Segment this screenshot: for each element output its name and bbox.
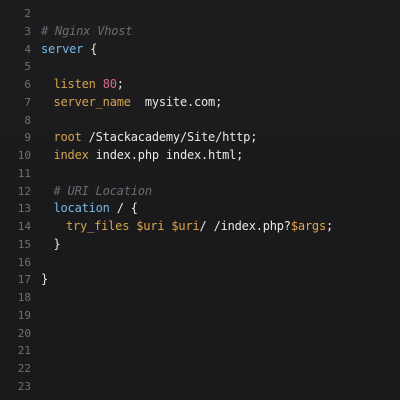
code-token-directive: server_name: [53, 94, 131, 109]
line-number: 16: [17, 255, 31, 269]
code-line[interactable]: 21: [0, 342, 400, 360]
line-number: 19: [17, 308, 31, 322]
code-token-plain: / /index.php?: [199, 219, 292, 233]
code-token-var: $uri: [136, 219, 165, 233]
code-content: # URI Location: [53, 183, 153, 201]
code-content: }: [54, 236, 61, 254]
code-token-plain: mysite.com;: [130, 94, 223, 109]
line-number: 4: [24, 42, 31, 56]
code-token-plain: index.php index.html;: [88, 148, 244, 162]
code-line[interactable]: 20: [0, 325, 400, 343]
code-token-var: $args: [290, 219, 326, 233]
code-content: server_name mysite.com;: [54, 94, 223, 112]
code-content: index index.php index.html;: [54, 147, 244, 165]
code-token-directive: index: [53, 148, 89, 162]
line-number: 10: [17, 149, 31, 162]
line-number: 6: [24, 78, 31, 91]
code-token-directive: root: [53, 130, 82, 145]
code-line[interactable]: 14 try_files $uri $uri/ /index.php?$args;: [0, 218, 400, 236]
code-line[interactable]: 13 location / {: [0, 200, 400, 218]
code-token-plain: ;: [325, 219, 333, 233]
code-line[interactable]: 12 # URI Location: [0, 183, 400, 201]
code-line[interactable]: 3 # Nginx Vhost: [0, 23, 400, 41]
code-line[interactable]: 18: [0, 289, 400, 307]
code-line[interactable]: 2: [0, 5, 400, 23]
code-token-plain: / {: [109, 201, 138, 216]
code-line[interactable]: 9 root /Stackacademy/Site/http;: [0, 129, 400, 147]
line-number: 2: [24, 7, 31, 20]
code-token-number: 80: [102, 77, 117, 91]
code-token-plain: ;: [116, 77, 124, 91]
code-token-comment: # Nginx Vhost: [41, 23, 133, 38]
code-token-keyword: server: [41, 41, 84, 56]
code-token-plain: }: [53, 236, 61, 251]
line-number: 22: [17, 362, 31, 375]
code-content: location / {: [53, 200, 139, 218]
line-number: 18: [17, 291, 31, 304]
line-number: 14: [17, 220, 31, 233]
code-token-comment: # URI Location: [53, 183, 153, 198]
code-line[interactable]: 15}: [0, 236, 400, 254]
code-content: server {: [41, 41, 97, 59]
code-line[interactable]: 8: [0, 112, 400, 130]
line-number: 21: [17, 344, 31, 358]
code-content: root /Stackacademy/Site/http;: [54, 129, 258, 147]
line-number: 11: [17, 166, 31, 180]
code-line[interactable]: 7 server_name mysite.com;: [0, 94, 400, 112]
line-number: 12: [17, 184, 31, 198]
code-token-plain: {: [83, 41, 98, 56]
code-line[interactable]: 10 index index.php index.html;: [0, 147, 400, 165]
code-token-plain: }: [41, 272, 49, 287]
code-token-var: $uri: [171, 219, 200, 233]
code-content: listen 80;: [54, 76, 124, 94]
code-line[interactable]: 4 server {: [0, 41, 400, 59]
line-number: 7: [24, 95, 31, 109]
line-number: 3: [24, 24, 31, 38]
code-line[interactable]: 6 listen 80;: [0, 76, 400, 94]
code-line[interactable]: 5: [0, 58, 400, 76]
code-content: try_files $uri $uri/ /index.php?$args;: [66, 218, 333, 236]
code-token-keyword: location: [53, 201, 110, 216]
code-line[interactable]: 22: [0, 360, 400, 378]
code-line[interactable]: 23: [0, 378, 400, 396]
line-number: 13: [17, 202, 31, 216]
line-number: 9: [24, 131, 31, 145]
code-editor[interactable]: 2 3 # Nginx Vhost 4 server {5 6 listen 80; 7 ser…: [0, 0, 400, 400]
code-line[interactable]: 11: [0, 165, 400, 183]
line-number: 23: [17, 379, 31, 393]
code-line[interactable]: 19: [0, 307, 400, 325]
code-line[interactable]: 16: [0, 254, 400, 272]
code-line[interactable]: 17}: [0, 271, 400, 289]
line-number: 5: [24, 60, 31, 74]
code-token-directive: listen: [53, 77, 96, 91]
code-content: }: [41, 271, 48, 289]
line-number: 20: [17, 326, 31, 340]
code-token-plain: /Stackacademy/Site/http;: [81, 130, 258, 145]
code-token-directive: try_files: [66, 219, 130, 233]
line-number: 17: [17, 273, 31, 287]
line-number: 8: [24, 113, 31, 127]
line-number: 15: [17, 237, 31, 251]
code-content: # Nginx Vhost: [41, 23, 133, 41]
